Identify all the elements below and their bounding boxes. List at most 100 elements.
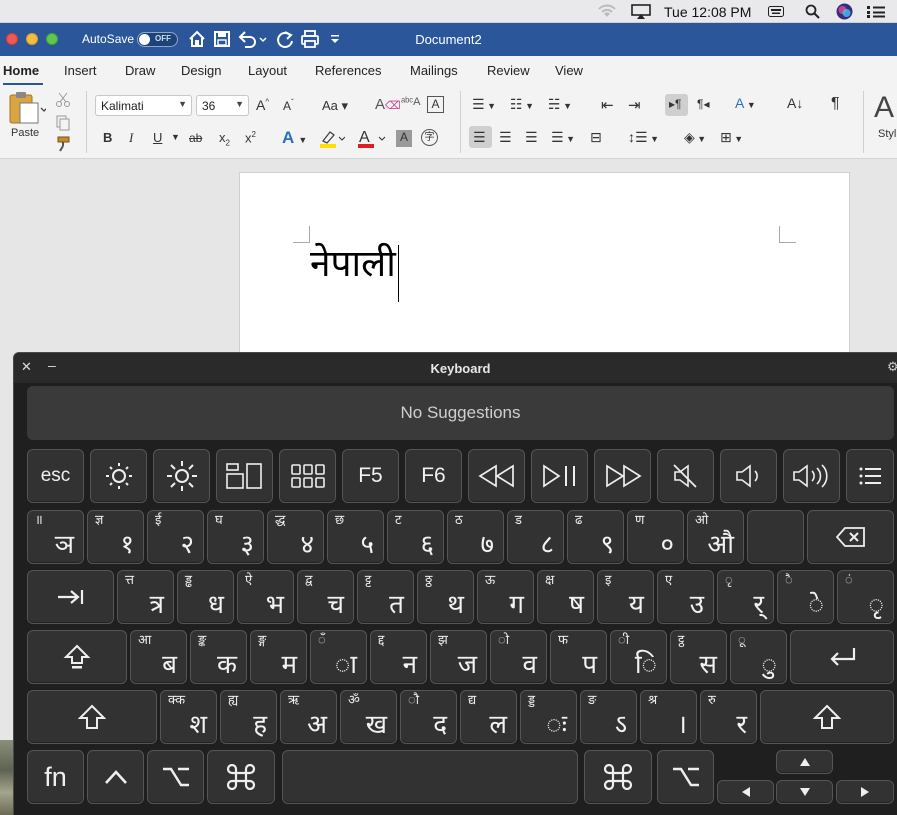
numbering-icon[interactable]: ☷ ▼: [510, 96, 534, 113]
tab-design[interactable]: Design: [181, 63, 221, 78]
key-tab[interactable]: [27, 570, 114, 624]
key-brightness-up[interactable]: [153, 449, 210, 503]
clear-formatting-icon[interactable]: A⌫: [375, 96, 401, 113]
sort-icon[interactable]: A↓: [787, 95, 803, 111]
key-r2-6[interactable]: ऊग: [477, 570, 534, 624]
shading-icon[interactable]: ◈ ▼: [684, 129, 706, 146]
key-return[interactable]: [790, 630, 894, 684]
key-r1-12[interactable]: [747, 510, 804, 564]
underline-button[interactable]: U: [153, 130, 162, 145]
key-caps-lock[interactable]: [27, 630, 127, 684]
key-r3-10[interactable]: ूु: [730, 630, 787, 684]
key-r1-8[interactable]: ड८: [507, 510, 564, 564]
key-r4-9[interactable]: रु र: [700, 690, 757, 744]
key-fn[interactable]: fn: [27, 750, 84, 804]
multilevel-list-icon[interactable]: ☵ ▼: [548, 96, 572, 113]
align-center-icon[interactable]: ☰: [499, 129, 512, 146]
key-r1-7[interactable]: ठ७: [447, 510, 504, 564]
key-r3-1[interactable]: ङ्क क: [190, 630, 247, 684]
airplay-icon[interactable]: [631, 4, 651, 19]
character-border-icon[interactable]: A: [427, 96, 444, 113]
italic-button[interactable]: I: [129, 130, 133, 146]
character-shading-icon[interactable]: A: [396, 130, 412, 147]
key-shift-right[interactable]: [760, 690, 894, 744]
justify-icon[interactable]: ☰ ▼: [551, 129, 575, 146]
key-r1-3[interactable]: घ३: [207, 510, 264, 564]
key-option-left[interactable]: [147, 750, 204, 804]
key-space[interactable]: [282, 750, 578, 804]
key-r2-5[interactable]: ठ्ठ थ: [417, 570, 474, 624]
shrink-font-icon[interactable]: Aˇ: [283, 98, 294, 113]
key-r4-8[interactable]: श्र ।: [640, 690, 697, 744]
align-right-icon[interactable]: ☰: [525, 129, 538, 146]
key-r3-7[interactable]: फप: [550, 630, 607, 684]
key-command-left[interactable]: [207, 750, 275, 804]
borders-icon[interactable]: ⊞ ▼: [720, 129, 743, 146]
document-text[interactable]: नेपाली: [310, 243, 396, 285]
key-r1-1[interactable]: ज्ञ १: [87, 510, 144, 564]
styles-icon[interactable]: A: [874, 91, 894, 125]
font-name-select[interactable]: Kalimati ▼: [95, 95, 192, 116]
key-r1-4[interactable]: द्ध ४: [267, 510, 324, 564]
distributed-icon[interactable]: ⊟: [590, 129, 602, 146]
grow-font-icon[interactable]: A^: [256, 97, 269, 113]
key-r3-2[interactable]: ङ्ग म: [250, 630, 307, 684]
key-r2-12[interactable]: ंृ: [837, 570, 894, 624]
key-r2-8[interactable]: इय: [597, 570, 654, 624]
key-arrow-down[interactable]: [776, 780, 833, 804]
key-r3-3[interactable]: ँा: [310, 630, 367, 684]
key-r3-0[interactable]: आब: [130, 630, 187, 684]
key-r1-9[interactable]: ढ९: [567, 510, 624, 564]
key-fast-forward[interactable]: [594, 449, 651, 503]
key-r3-5[interactable]: झज: [430, 630, 487, 684]
key-r1-10[interactable]: ण०: [627, 510, 684, 564]
key-delete[interactable]: [807, 510, 894, 564]
key-r2-2[interactable]: ऐभ: [237, 570, 294, 624]
tab-view[interactable]: View: [555, 63, 583, 78]
control-center-icon[interactable]: [866, 5, 886, 18]
keyboard-input-icon[interactable]: [768, 6, 784, 17]
key-r1-2[interactable]: ई२: [147, 510, 204, 564]
key-r4-5[interactable]: द्य ल: [460, 690, 517, 744]
key-r2-0[interactable]: त्त त्र: [117, 570, 174, 624]
left-to-right-icon[interactable]: ▸¶: [669, 97, 681, 111]
font-size-select[interactable]: 36 ▼: [196, 95, 249, 116]
key-r3-4[interactable]: द्द न: [370, 630, 427, 684]
key-r3-9[interactable]: ट्ठ स: [670, 630, 727, 684]
key-f5[interactable]: F5: [342, 449, 399, 503]
cut-icon[interactable]: [55, 92, 71, 108]
tab-insert[interactable]: Insert: [64, 63, 97, 78]
bold-button[interactable]: B: [103, 130, 112, 145]
font-color-icon[interactable]: A: [357, 128, 387, 149]
key-r1-11[interactable]: ओऔ: [687, 510, 744, 564]
key-r1-6[interactable]: ट६: [387, 510, 444, 564]
key-f6[interactable]: F6: [405, 449, 462, 503]
paste-button[interactable]: Paste: [6, 91, 48, 151]
key-arrow-left[interactable]: [717, 780, 774, 804]
key-option-right[interactable]: [657, 750, 714, 804]
strikethrough-button[interactable]: ab: [189, 131, 202, 145]
key-r2-7[interactable]: क्ष ष: [537, 570, 594, 624]
key-r2-3[interactable]: द्व च: [297, 570, 354, 624]
key-command-right[interactable]: [584, 750, 652, 804]
asian-layout-icon[interactable]: A ▼: [735, 95, 756, 111]
highlight-color-icon[interactable]: [319, 129, 345, 149]
gear-icon[interactable]: ⚙: [887, 359, 897, 375]
tab-mailings[interactable]: Mailings: [410, 63, 458, 78]
key-arrow-right[interactable]: [836, 780, 894, 804]
key-r3-6[interactable]: ो व: [490, 630, 547, 684]
key-play-pause[interactable]: [531, 449, 588, 503]
key-r4-4[interactable]: ौ द: [400, 690, 457, 744]
underline-dropdown-icon[interactable]: ▼: [171, 132, 180, 142]
copy-icon[interactable]: [55, 115, 71, 131]
key-launchpad[interactable]: [279, 449, 336, 503]
key-arrow-up[interactable]: [776, 750, 833, 774]
key-r4-2[interactable]: ऋअ: [280, 690, 337, 744]
superscript-button[interactable]: x2: [245, 130, 256, 145]
key-r4-6[interactable]: ड्डः: [520, 690, 577, 744]
spotlight-search-icon[interactable]: [805, 4, 820, 19]
key-r2-10[interactable]: ृ र्: [717, 570, 774, 624]
key-r1-5[interactable]: छ५: [327, 510, 384, 564]
key-r2-1[interactable]: ड्ढ ध: [177, 570, 234, 624]
key-r2-9[interactable]: एउ: [657, 570, 714, 624]
